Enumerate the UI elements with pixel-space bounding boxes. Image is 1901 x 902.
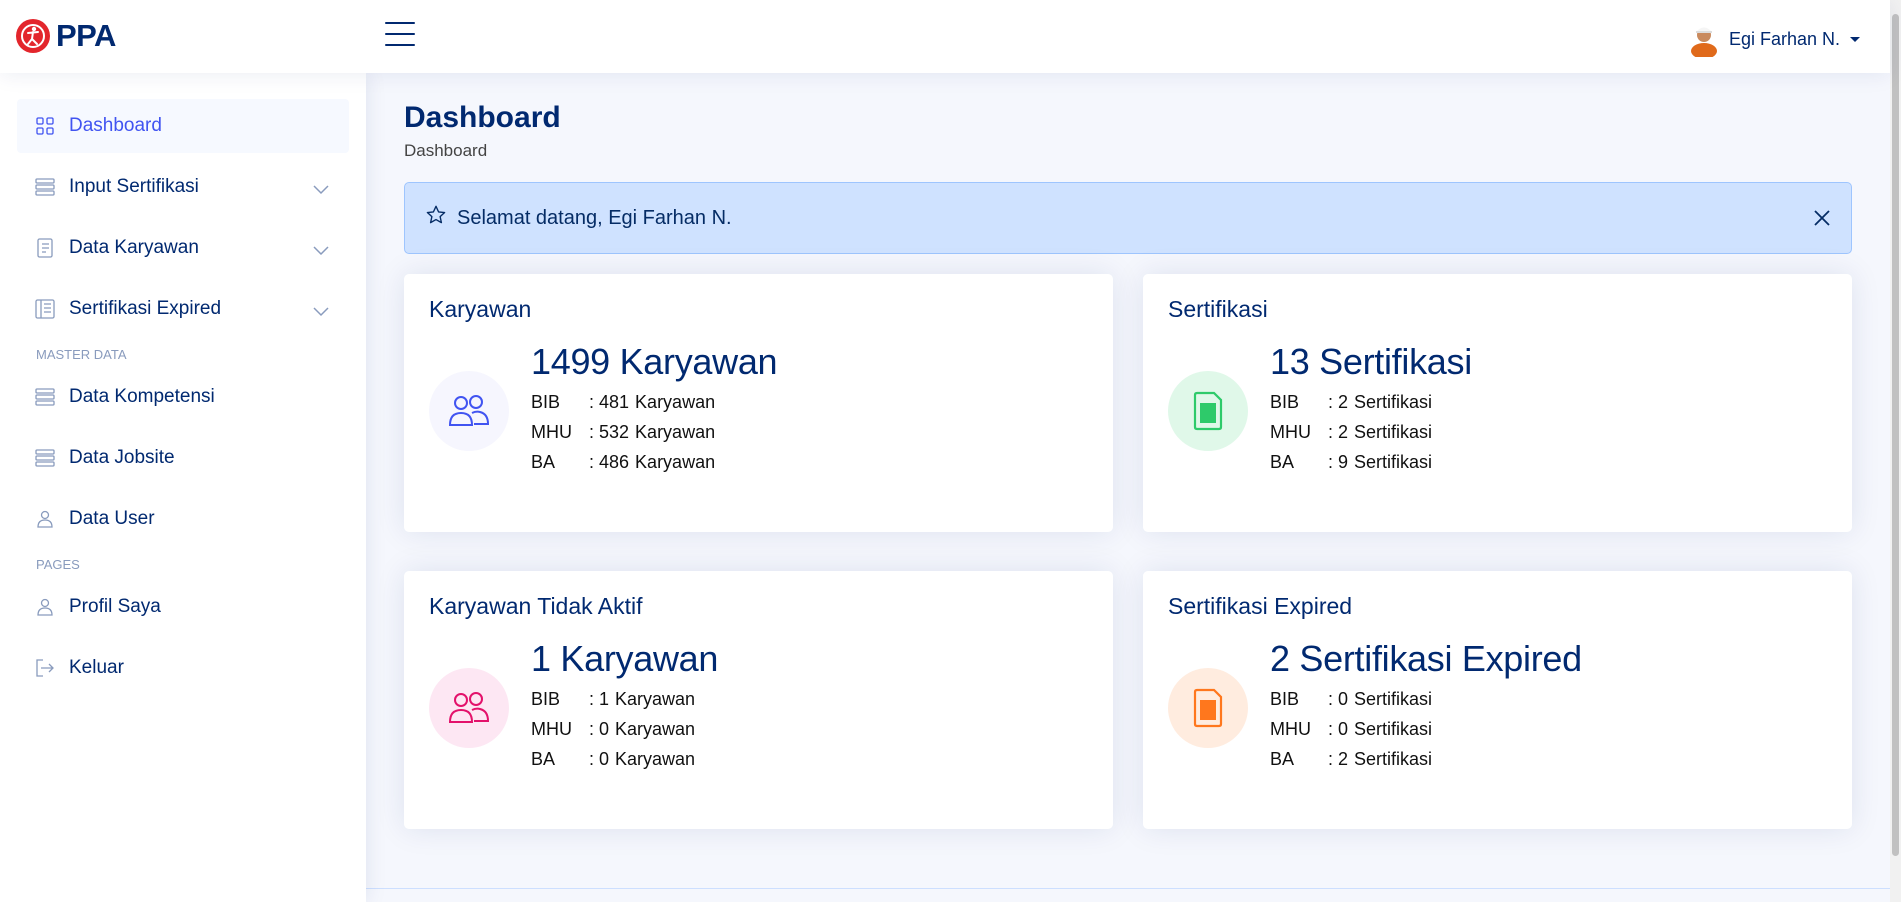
menu-icon [35,177,55,197]
sidebar-item-label: Data User [69,508,155,529]
stat-row: BA:0 Karyawan [531,749,696,769]
stat-row: MHU:2 Sertifikasi [1270,422,1433,442]
page-title: Dashboard [404,101,561,134]
sidebar-item-label: Profil Saya [69,596,161,617]
menu-icon [35,448,55,468]
card-sertifikasi: Sertifikasi 13 Sertifikasi BIB:2 Sertifik… [1143,274,1852,532]
alert-message: Selamat datang, Egi Farhan N. [457,206,732,229]
card-karyawan-tidak-aktif: Karyawan Tidak Aktif 1 Karyawan BIB:1 Kar… [404,571,1113,829]
card-karyawan: Karyawan 1499 Karyawan BIB:481 Karyawan M… [404,274,1113,532]
card-title: Sertifikasi [1168,296,1268,322]
sidebar: Dashboard Input Sertifikasi Data Karyawa… [0,73,366,902]
journal-text-icon [35,238,55,258]
layout-text-icon [35,299,55,319]
stats-grid: Karyawan 1499 Karyawan BIB:481 Karyawan M… [404,274,1852,829]
stat-row: BIB:1 Karyawan [531,689,696,709]
scrollbar-thumb[interactable] [1892,14,1899,856]
stat-row: BIB:0 Sertifikasi [1270,689,1433,709]
sidebar-item-data-user[interactable]: Data User [17,492,349,546]
sidebar-item-label: Data Kompetensi [69,386,215,407]
file-icon [1168,668,1248,748]
sidebar-item-label: Data Karyawan [69,237,199,258]
page-scrollbar[interactable] [1890,0,1901,902]
sidebar-item-data-kompetensi[interactable]: Data Kompetensi [17,370,349,424]
sidebar-item-data-karyawan[interactable]: Data Karyawan [17,221,349,275]
card-sertifikasi-expired: Sertifikasi Expired 2 Sertifikasi Expire… [1143,571,1852,829]
chevron-down-icon [313,301,329,323]
welcome-alert: Selamat datang, Egi Farhan N. [404,182,1852,254]
stat-row: MHU:0 Karyawan [531,719,696,739]
avatar [1687,21,1721,59]
sidebar-item-label: Input Sertifikasi [69,176,199,197]
grid-icon [35,116,55,136]
logo-icon [16,19,50,53]
card-total: 13 Sertifikasi [1270,341,1472,382]
card-title: Karyawan [429,296,532,322]
person-icon [35,509,55,529]
footer-divider [366,888,1890,889]
star-icon [425,204,447,232]
sidebar-item-input-sertifikasi[interactable]: Input Sertifikasi [17,160,349,214]
sidebar-item-profil-saya[interactable]: Profil Saya [17,580,349,634]
sidebar-heading-pages: PAGES [36,557,80,572]
chevron-down-icon [313,179,329,201]
sidebar-item-keluar[interactable]: Keluar [17,641,349,695]
toggle-sidebar-button[interactable] [385,22,415,48]
sidebar-item-label: Dashboard [69,115,162,136]
sidebar-item-sertifikasi-expired[interactable]: Sertifikasi Expired [17,282,349,336]
stat-row: MHU:532 Karyawan [531,422,716,442]
logout-icon [35,658,55,678]
sidebar-item-label: Keluar [69,657,124,678]
people-icon [429,668,509,748]
sidebar-item-label: Sertifikasi Expired [69,298,222,319]
sidebar-heading-master-data: MASTER DATA [36,347,127,362]
stat-row: MHU:0 Sertifikasi [1270,719,1433,739]
breadcrumb[interactable]: Dashboard [404,141,1852,161]
people-icon [429,371,509,451]
stat-row: BA:486 Karyawan [531,452,716,472]
chevron-down-icon [1850,36,1860,42]
card-total: 1 Karyawan [531,638,719,679]
sidebar-item-data-jobsite[interactable]: Data Jobsite [17,431,349,485]
stat-row: BIB:481 Karyawan [531,392,716,412]
top-header: PPA Egi Farhan N. [0,0,1890,73]
profile-name: Egi Farhan N. [1728,28,1840,49]
sidebar-item-dashboard[interactable]: Dashboard [17,99,349,153]
stat-row: BIB:2 Sertifikasi [1270,392,1433,412]
person-icon [35,597,55,617]
close-icon[interactable] [1813,209,1831,233]
main-content: Dashboard Dashboard Selamat datang, Egi … [366,73,1890,902]
sidebar-item-label: Data Jobsite [69,447,175,468]
menu-icon [35,387,55,407]
brand-logo[interactable]: PPA [16,18,116,54]
card-title: Sertifikasi Expired [1168,593,1353,619]
card-title: Karyawan Tidak Aktif [429,593,643,619]
card-total: 1499 Karyawan [531,341,778,382]
stat-row: BA:2 Sertifikasi [1270,749,1433,769]
stat-row: BA:9 Sertifikasi [1270,452,1433,472]
brand-name: PPA [56,18,116,53]
card-total: 2 Sertifikasi Expired [1270,638,1582,679]
profile-dropdown[interactable]: Egi Farhan N. [1687,21,1860,59]
file-icon [1168,371,1248,451]
chevron-down-icon [313,240,329,262]
